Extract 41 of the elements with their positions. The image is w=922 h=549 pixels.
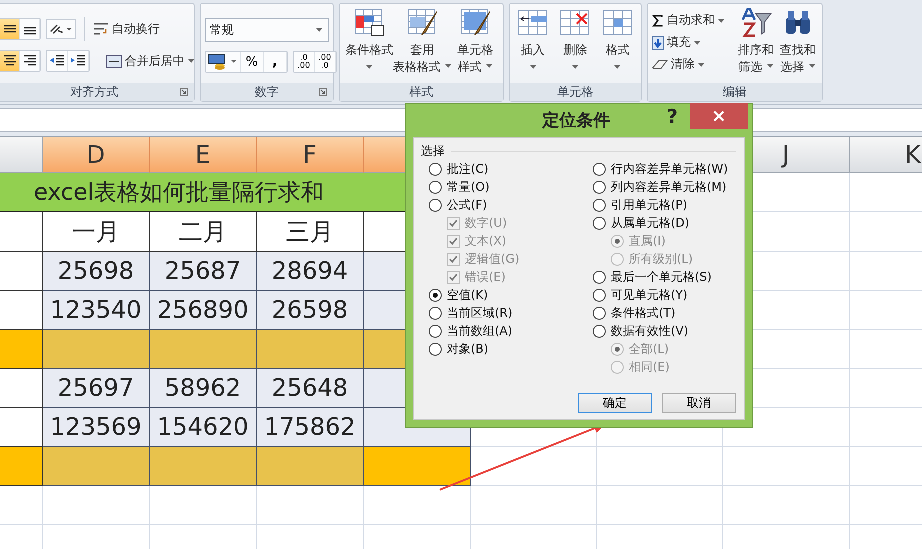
option-label: 从属单元格(D) bbox=[611, 214, 690, 232]
table-cell: 25687 bbox=[150, 252, 257, 291]
dialog-title: 定位条件 bbox=[542, 110, 610, 132]
option-label: 可见单元格(Y) bbox=[611, 286, 688, 304]
option-label: 相同(E) bbox=[629, 358, 670, 376]
option-label: 引用单元格(P) bbox=[611, 196, 688, 214]
option-label: 直属(I) bbox=[629, 232, 666, 250]
option-label: 逻辑值(G) bbox=[465, 250, 520, 268]
table-cell: 28694 bbox=[257, 252, 364, 291]
group-label: 数字 bbox=[255, 84, 279, 100]
group-label: 样式 bbox=[410, 84, 434, 100]
table-cell: 25648 bbox=[257, 369, 364, 408]
table-cell: 26598 bbox=[257, 291, 364, 330]
table-cell: 25698 bbox=[43, 252, 150, 291]
option-label: 列内容差异单元格(M) bbox=[611, 178, 727, 196]
table-cell: 154620 bbox=[150, 408, 257, 447]
table-cell: 25697 bbox=[43, 369, 150, 408]
table-header-cell: 三月 bbox=[257, 212, 364, 252]
option-label: 数字(U) bbox=[465, 214, 508, 232]
option-label: 空值(K) bbox=[447, 286, 488, 304]
group-label: 对齐方式 bbox=[70, 84, 118, 100]
table-cell: 123569 bbox=[43, 408, 150, 447]
table-cell: 175862 bbox=[257, 408, 364, 447]
option-label: 当前数组(A) bbox=[447, 322, 513, 340]
option-label: 条件格式(T) bbox=[611, 304, 676, 322]
section-label: 选择 bbox=[421, 142, 445, 160]
option-label: 文本(X) bbox=[465, 232, 507, 250]
table-cell: 256890 bbox=[150, 291, 257, 330]
option-label: 错误(E) bbox=[465, 268, 506, 286]
option-label: 全部(L) bbox=[629, 340, 670, 358]
group-label: 单元格 bbox=[558, 84, 594, 100]
group-label: 编辑 bbox=[723, 84, 747, 100]
option-label: 对象(B) bbox=[447, 340, 489, 358]
option-label: 所有级别(L) bbox=[629, 250, 694, 268]
option-label: 最后一个单元格(S) bbox=[611, 268, 712, 286]
table-header-cell: 一月 bbox=[43, 212, 150, 252]
option-label: 当前区域(R) bbox=[447, 304, 513, 322]
table-cell: 123540 bbox=[43, 291, 150, 330]
table-cell: 58962 bbox=[150, 369, 257, 408]
option-label: 数据有效性(V) bbox=[611, 322, 689, 340]
table-header-cell: 二月 bbox=[150, 212, 257, 252]
